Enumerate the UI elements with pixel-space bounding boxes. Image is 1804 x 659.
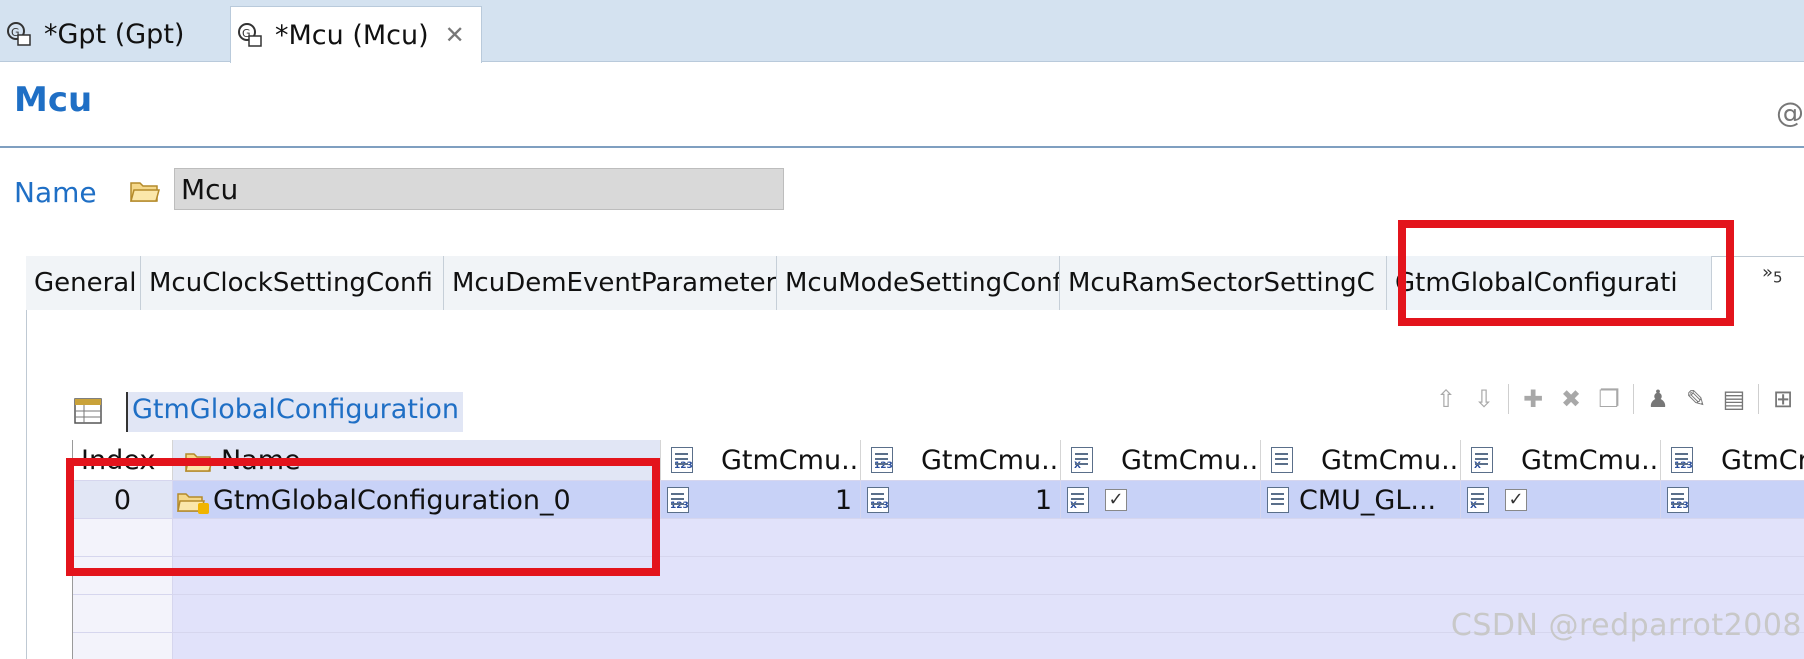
boolean-param-icon: X bbox=[1071, 447, 1093, 473]
value-cell[interactable]: 123 1 bbox=[661, 481, 861, 519]
column-header-gtmcmu-4[interactable]: GtmCmu... bbox=[1261, 440, 1461, 480]
column-header-label: GtmCmu... bbox=[1521, 444, 1661, 476]
name-field[interactable] bbox=[174, 168, 784, 210]
column-header-gtmcmu-2[interactable]: 123 GtmCmu... bbox=[861, 440, 1061, 480]
tab-general[interactable]: General bbox=[26, 256, 141, 310]
string-param-icon bbox=[1267, 487, 1289, 513]
value-cell[interactable]: 123 1 bbox=[861, 481, 1061, 519]
highlight-box-row bbox=[66, 458, 660, 576]
tab-mcu-clock-setting[interactable]: McuClockSettingConfi bbox=[141, 256, 444, 310]
column-header-gtmcmu-3[interactable]: X GtmCmu... bbox=[1061, 440, 1261, 480]
tab-overflow-button[interactable]: »5 bbox=[1762, 262, 1783, 287]
overflow-count: 5 bbox=[1773, 268, 1783, 287]
boolean-param-icon: X bbox=[1467, 487, 1489, 513]
highlight-box-tab bbox=[1398, 220, 1734, 326]
list-title: GtmGlobalConfiguration bbox=[126, 392, 464, 432]
up-arrow-icon[interactable]: ⇧ bbox=[1432, 384, 1460, 414]
column-header-gtmcmu-1[interactable]: 123 GtmCmu... bbox=[661, 440, 861, 480]
module-config-icon: G bbox=[237, 22, 263, 48]
cell-value: 1 bbox=[834, 484, 852, 516]
editor-tab-strip: G *Gpt (Gpt) G *Mcu (Mcu) ✕ bbox=[0, 0, 1804, 63]
watermark: CSDN @redparrot2008 bbox=[1450, 608, 1802, 643]
boolean-param-icon: X bbox=[1067, 487, 1089, 513]
integer-param-icon: 123 bbox=[1671, 447, 1693, 473]
integer-param-icon: 123 bbox=[871, 447, 893, 473]
value-cell[interactable]: 123 bbox=[1661, 481, 1804, 519]
checkbox-cell[interactable]: X ✓ bbox=[1061, 481, 1261, 519]
folder-icon bbox=[130, 179, 160, 203]
empty-cell bbox=[73, 595, 173, 633]
add-icon[interactable]: ✚ bbox=[1519, 384, 1547, 414]
column-header-label: GtmCr bbox=[1721, 444, 1804, 476]
name-label: Name bbox=[14, 176, 97, 209]
cell-value: 1 bbox=[1034, 484, 1052, 516]
close-icon[interactable]: ✕ bbox=[445, 21, 465, 49]
column-header-gtmcmu-5[interactable]: X GtmCmu... bbox=[1461, 440, 1661, 480]
list-toolbar: ⇧ ⇩ ✚ ✖ ❐ ♟ ✎ ▤ ⊞ bbox=[1432, 384, 1797, 414]
insert-icon[interactable]: ⊞ bbox=[1769, 384, 1797, 414]
editor-tab-gpt[interactable]: G *Gpt (Gpt) bbox=[0, 6, 218, 62]
table-edit-icon[interactable]: ▤ bbox=[1720, 384, 1748, 414]
checkbox-cell[interactable]: X ✓ bbox=[1461, 481, 1661, 519]
tab-mcu-mode-setting[interactable]: McuModeSettingConf bbox=[777, 256, 1060, 310]
integer-param-icon: 123 bbox=[671, 447, 693, 473]
cell-value: CMU_GL... bbox=[1299, 484, 1437, 516]
value-cell[interactable]: CMU_GL... bbox=[1261, 481, 1461, 519]
delete-icon[interactable]: ✖ bbox=[1557, 384, 1585, 414]
down-arrow-icon[interactable]: ⇩ bbox=[1470, 384, 1498, 414]
tab-mcu-dem-event-parameter[interactable]: McuDemEventParameter bbox=[444, 256, 777, 310]
page-title: Mcu bbox=[14, 80, 93, 120]
integer-param-icon: 123 bbox=[1667, 487, 1689, 513]
toolbar-separator bbox=[1758, 384, 1759, 414]
column-header-label: GtmCmu... bbox=[1121, 444, 1261, 476]
copy-icon[interactable]: ❐ bbox=[1595, 384, 1623, 414]
empty-cell bbox=[73, 633, 173, 659]
editor-tab-label: *Gpt (Gpt) bbox=[44, 18, 185, 50]
tab-mcu-ram-sector-setting[interactable]: McuRamSectorSettingC bbox=[1060, 256, 1387, 310]
string-param-icon bbox=[1271, 447, 1293, 473]
checkbox[interactable]: ✓ bbox=[1505, 489, 1527, 511]
toolbar-separator bbox=[1633, 384, 1634, 414]
edit-icon[interactable]: ✎ bbox=[1682, 384, 1710, 414]
boolean-param-icon: X bbox=[1471, 447, 1493, 473]
column-header-gtmcr[interactable]: 123 GtmCr bbox=[1661, 440, 1804, 480]
integer-param-icon: 123 bbox=[867, 487, 889, 513]
checkbox[interactable]: ✓ bbox=[1105, 489, 1127, 511]
user-add-icon[interactable]: ♟ bbox=[1644, 384, 1672, 414]
column-header-label: GtmCmu... bbox=[921, 444, 1061, 476]
editor-tab-label: *Mcu (Mcu) bbox=[275, 19, 429, 51]
toolbar-separator bbox=[1508, 384, 1509, 414]
integer-param-icon: 123 bbox=[667, 487, 689, 513]
chevron-right-icon: » bbox=[1762, 262, 1774, 283]
module-config-icon: G bbox=[6, 21, 32, 47]
editor-tab-mcu[interactable]: G *Mcu (Mcu) ✕ bbox=[230, 6, 482, 63]
at-icon[interactable]: @ bbox=[1776, 96, 1804, 129]
column-header-label: GtmCmu... bbox=[1321, 444, 1461, 476]
table-icon bbox=[74, 398, 104, 426]
header-divider bbox=[0, 146, 1804, 148]
column-header-label: GtmCmu... bbox=[721, 444, 861, 476]
